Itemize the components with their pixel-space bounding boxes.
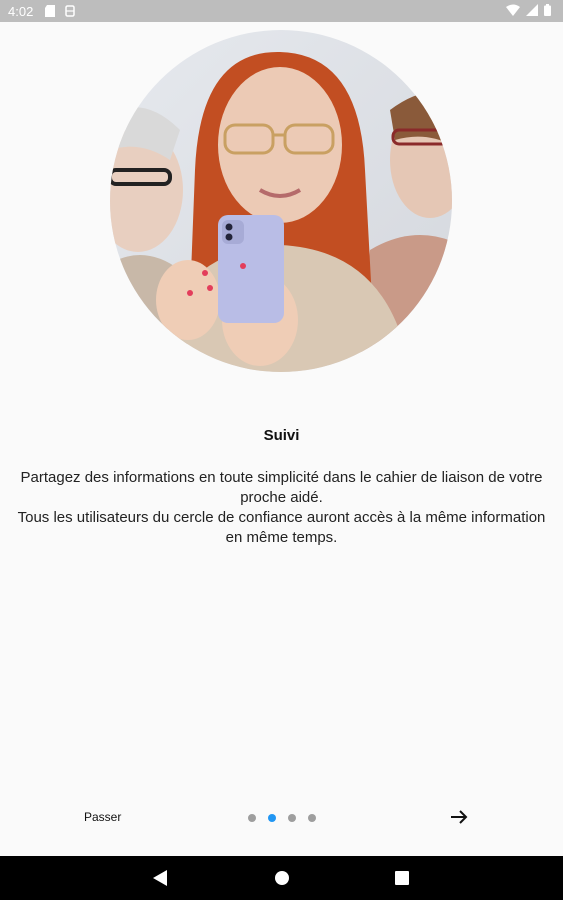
page-dot[interactable] bbox=[248, 814, 256, 822]
wifi-icon bbox=[506, 4, 520, 19]
onboarding-description: Partagez des informations en toute simpl… bbox=[10, 468, 553, 548]
back-icon[interactable] bbox=[153, 870, 167, 891]
skip-button[interactable]: Passer bbox=[84, 810, 121, 824]
sd-card-icon bbox=[45, 5, 56, 17]
page-dot[interactable] bbox=[308, 814, 316, 822]
page-dot-active[interactable] bbox=[268, 814, 276, 822]
home-icon[interactable] bbox=[274, 870, 290, 891]
onboarding-description-line-1: Partagez des informations en toute simpl… bbox=[20, 469, 543, 506]
system-nav-bar bbox=[0, 856, 563, 900]
status-time: 4:02 bbox=[8, 3, 34, 19]
signal-icon bbox=[526, 3, 538, 19]
page-indicator bbox=[248, 814, 316, 822]
onboarding-description-line-2: Tous les utilisateurs du cercle de confi… bbox=[17, 509, 546, 546]
onboarding-footer: Passer bbox=[0, 800, 563, 836]
recents-icon[interactable] bbox=[395, 871, 409, 890]
status-bar: 4:02 bbox=[0, 0, 563, 22]
next-button[interactable] bbox=[449, 807, 469, 827]
storage-icon bbox=[65, 5, 76, 17]
onboarding-hero-image bbox=[110, 30, 452, 372]
battery-icon bbox=[544, 3, 551, 19]
arrow-right-icon bbox=[449, 810, 469, 831]
page-dot[interactable] bbox=[288, 814, 296, 822]
onboarding-title: Suivi bbox=[263, 427, 300, 444]
